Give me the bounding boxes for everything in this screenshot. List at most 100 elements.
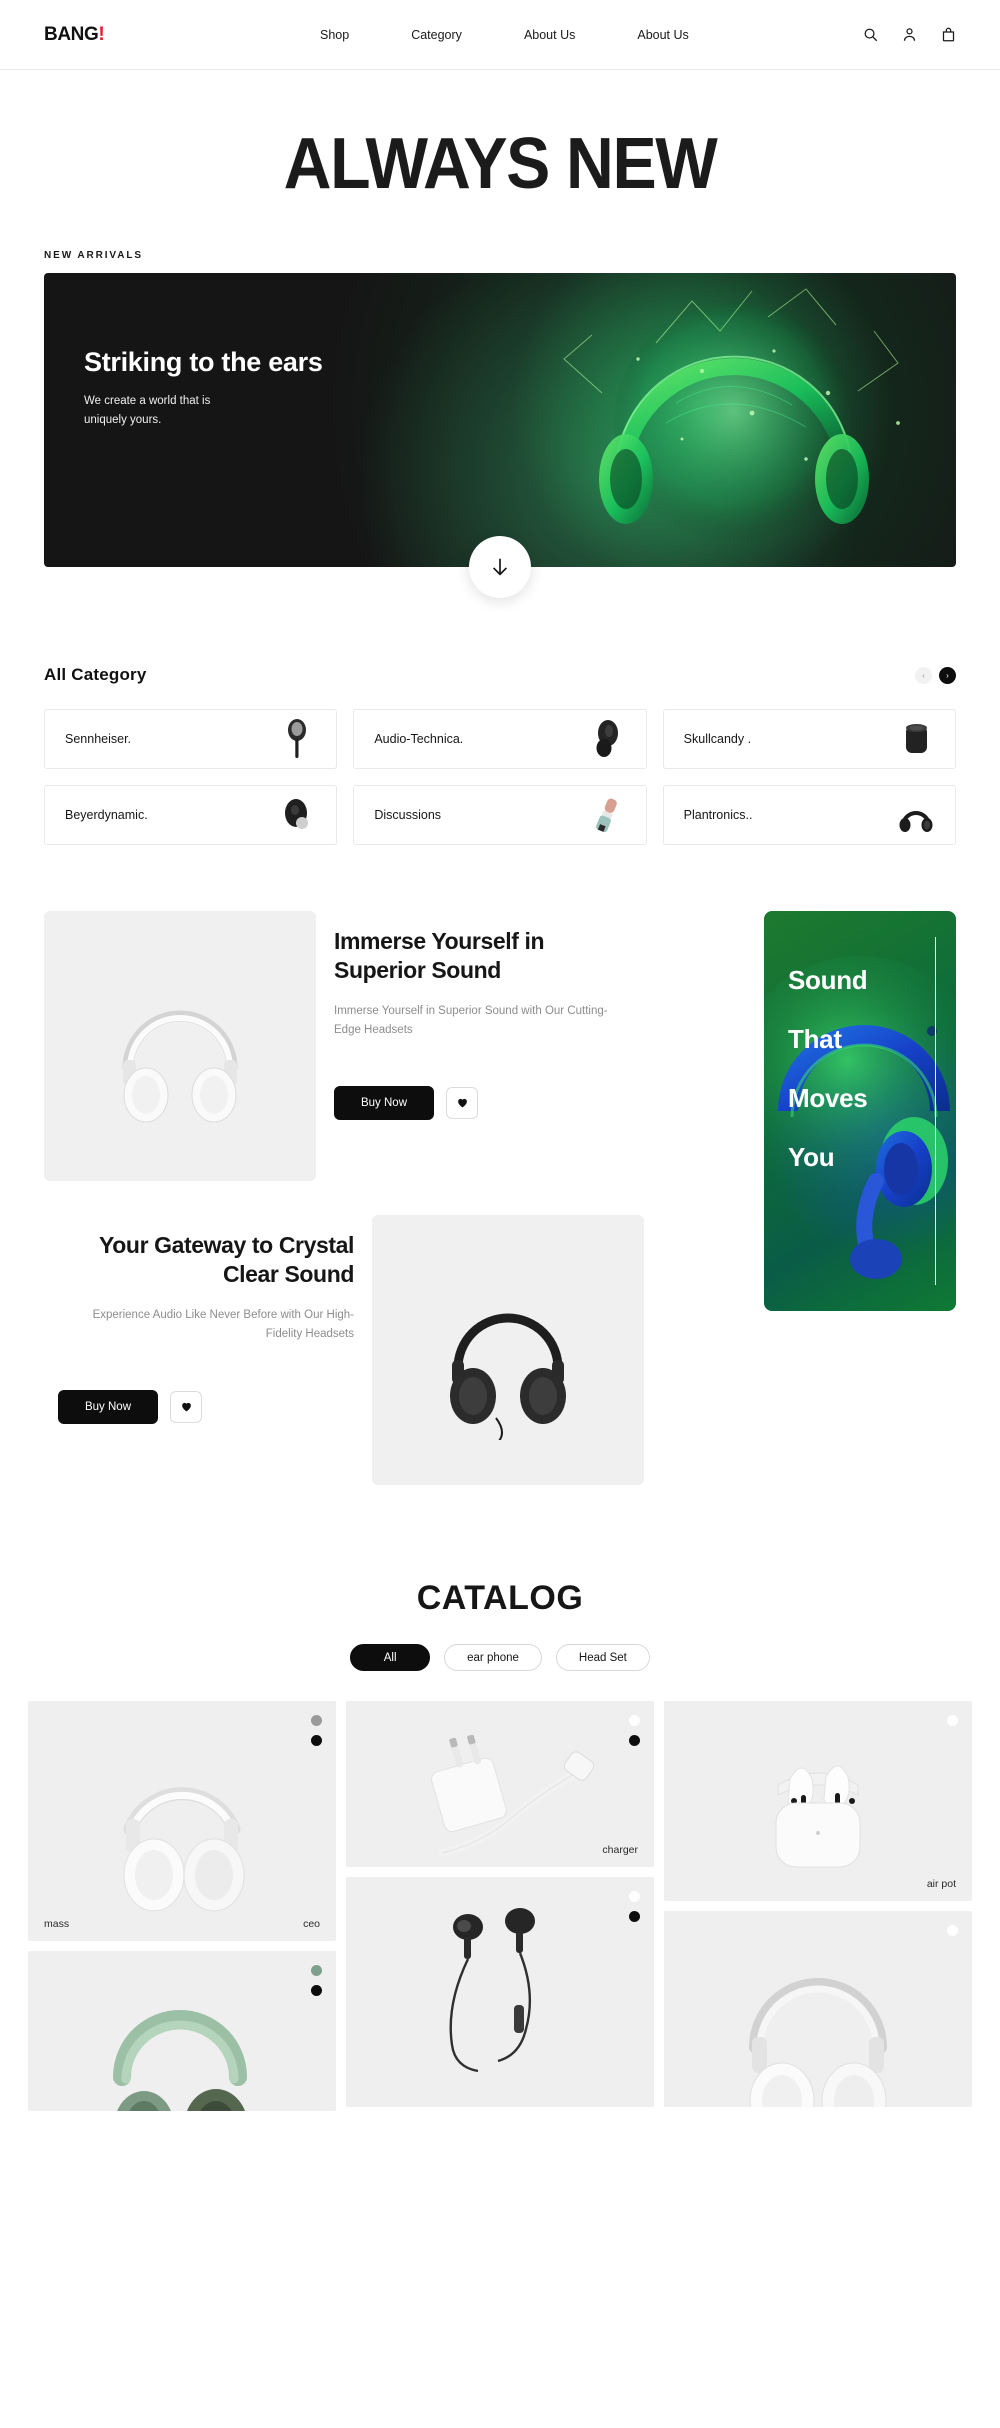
- earbud-black-icon: [588, 717, 626, 761]
- feature-block-2: Your Gateway to Crystal Clear Sound Expe…: [44, 1215, 644, 1485]
- category-grid: Sennheiser. Audio-Technica. Skullcandy .…: [44, 709, 956, 845]
- category-header: All Category ‹ ›: [44, 665, 956, 685]
- catalog-column-3: air pot: [664, 1701, 972, 2107]
- product-image-black-headphones: [372, 1215, 644, 1485]
- promo-words: Sound That Moves You: [788, 965, 868, 1172]
- color-dot-gray[interactable]: [311, 1715, 322, 1726]
- heart-icon: [181, 1403, 191, 1412]
- color-swatches: [311, 1965, 322, 1996]
- product-label-left: mass: [44, 1918, 70, 1930]
- wishlist-button-2[interactable]: [170, 1390, 202, 1423]
- hero-copy: Striking to the ears We create a world t…: [84, 347, 323, 430]
- feature-section: Sound That Moves You Immerse Yourself in…: [0, 911, 1000, 1485]
- promo-word-4: You: [788, 1142, 835, 1172]
- category-label: Audio-Technica.: [374, 732, 464, 746]
- catalog-title: CATALOG: [416, 1579, 584, 1617]
- wishlist-button-1[interactable]: [446, 1086, 478, 1119]
- nav-item-shop[interactable]: Shop: [320, 28, 349, 42]
- arrow-down-icon: [492, 558, 508, 576]
- product-card-white-over-ear[interactable]: mass ceo: [28, 1701, 336, 1941]
- main-nav: Shop Category About Us About Us: [320, 28, 689, 42]
- carousel-next-button[interactable]: ›: [939, 666, 956, 684]
- hero-subtext-line2: uniquely yours.: [84, 413, 162, 426]
- feature-text-2: Experience Audio Like Never Before with …: [92, 1308, 354, 1340]
- category-card-beyerdynamic[interactable]: Beyerdynamic.: [44, 785, 338, 845]
- color-swatches: [629, 1891, 640, 1922]
- black-headphones-illustration: [450, 1313, 566, 1440]
- white-headphones-illustration: [122, 1010, 238, 1123]
- feature-actions-1: Buy Now: [334, 1085, 630, 1120]
- promo-word-2: That: [788, 1024, 842, 1054]
- color-dot-white[interactable]: [629, 1715, 640, 1726]
- hero-banner[interactable]: Striking to the ears We create a world t…: [44, 273, 956, 567]
- category-label: Plantronics..: [683, 808, 753, 822]
- color-dot-sage[interactable]: [311, 1965, 322, 1976]
- product-label-right: air pot: [926, 1878, 956, 1890]
- promo-word-3: Moves: [788, 1083, 868, 1113]
- nav-item-about-us-1[interactable]: About Us: [524, 28, 575, 42]
- color-dot-white[interactable]: [947, 1925, 958, 1936]
- feature-text-1: Immerse Yourself in Superior Sound with …: [334, 1004, 608, 1036]
- feature-block-1: Immerse Yourself in Superior Sound Immer…: [44, 911, 644, 1181]
- user-icon[interactable]: [902, 27, 917, 42]
- logo[interactable]: BANG!: [44, 24, 105, 46]
- nav-item-about-us-2[interactable]: About Us: [637, 28, 688, 42]
- scroll-down-button[interactable]: [469, 536, 531, 598]
- promo-divider-line: [934, 937, 936, 1285]
- category-title: All Category: [44, 665, 147, 684]
- category-card-discussions[interactable]: Discussions: [353, 785, 647, 845]
- color-dot-white[interactable]: [947, 1715, 958, 1726]
- carousel-prev-button[interactable]: ‹: [915, 666, 932, 684]
- promo-panel[interactable]: Sound That Moves You: [764, 911, 956, 1311]
- color-swatches: [947, 1715, 958, 1726]
- search-icon[interactable]: [863, 27, 878, 42]
- category-label: Discussions: [374, 808, 442, 822]
- color-swatches: [311, 1715, 322, 1746]
- product-image-white-headphones: [44, 911, 316, 1181]
- product-label-right: ceo: [303, 1918, 320, 1930]
- color-dot-black[interactable]: [311, 1735, 322, 1746]
- product-card-airpods[interactable]: air pot: [664, 1701, 972, 1901]
- filter-ear-phone[interactable]: ear phone: [444, 1644, 542, 1671]
- product-card-green-over-ear[interactable]: [28, 1951, 336, 2111]
- feature-copy-1: Immerse Yourself in Superior Sound Immer…: [334, 911, 644, 1181]
- airpods-case-illustration: [775, 1765, 861, 1868]
- promo-word-1: Sound: [788, 965, 868, 995]
- category-card-plantronics[interactable]: Plantronics..: [662, 785, 956, 845]
- hero-heading: Striking to the ears: [84, 347, 323, 377]
- filter-head-set[interactable]: Head Set: [555, 1644, 650, 1671]
- product-card-charger[interactable]: charger: [346, 1701, 654, 1867]
- page-title: ALWAYS NEW: [283, 124, 718, 204]
- feature-heading-2: Your Gateway to Crystal Clear Sound: [99, 1232, 354, 1288]
- catalog-column-1: mass ceo: [28, 1701, 336, 2111]
- product-card-black-earbuds[interactable]: [346, 1877, 654, 2107]
- product-card-silver-over-ear[interactable]: [664, 1911, 972, 2107]
- category-card-sennheiser[interactable]: Sennheiser.: [44, 709, 338, 769]
- new-arrivals-label: NEW ARRIVALS: [44, 250, 143, 261]
- category-carousel-controls: ‹ ›: [915, 666, 956, 684]
- product-label-right: charger: [602, 1844, 638, 1856]
- color-dot-black[interactable]: [629, 1911, 640, 1922]
- buy-now-button-1[interactable]: Buy Now: [334, 1085, 434, 1120]
- category-card-skullcandy[interactable]: Skullcandy .: [662, 709, 956, 769]
- catalog-section: CATALOG All ear phone Head Set mass ceo …: [0, 1579, 1000, 2111]
- category-section: All Category ‹ › Sennheiser. Audio-Techn…: [0, 665, 1000, 845]
- buy-now-button-2[interactable]: Buy Now: [58, 1389, 158, 1424]
- catalog-column-2: charger: [346, 1701, 654, 2107]
- bag-icon[interactable]: [941, 27, 956, 42]
- headphone-black-icon: [897, 793, 935, 837]
- color-dot-black[interactable]: [629, 1735, 640, 1746]
- hero-section: Striking to the ears We create a world t…: [44, 273, 956, 598]
- mic-pastel-icon: [588, 793, 626, 837]
- catalog-grid: mass ceo charger air pot: [0, 1701, 1000, 2111]
- hero-subtext-line1: We create a world that is: [84, 395, 211, 407]
- category-card-audio-technica[interactable]: Audio-Technica.: [353, 709, 647, 769]
- color-swatches: [947, 1925, 958, 1936]
- speaker-black-icon: [897, 717, 935, 761]
- header-actions: [863, 27, 956, 42]
- filter-all[interactable]: All: [350, 1644, 431, 1671]
- color-dot-white[interactable]: [629, 1891, 640, 1902]
- nav-item-category[interactable]: Category: [411, 28, 462, 42]
- color-dot-black[interactable]: [311, 1985, 322, 1996]
- feature-heading-1: Immerse Yourself in Superior Sound: [334, 928, 545, 984]
